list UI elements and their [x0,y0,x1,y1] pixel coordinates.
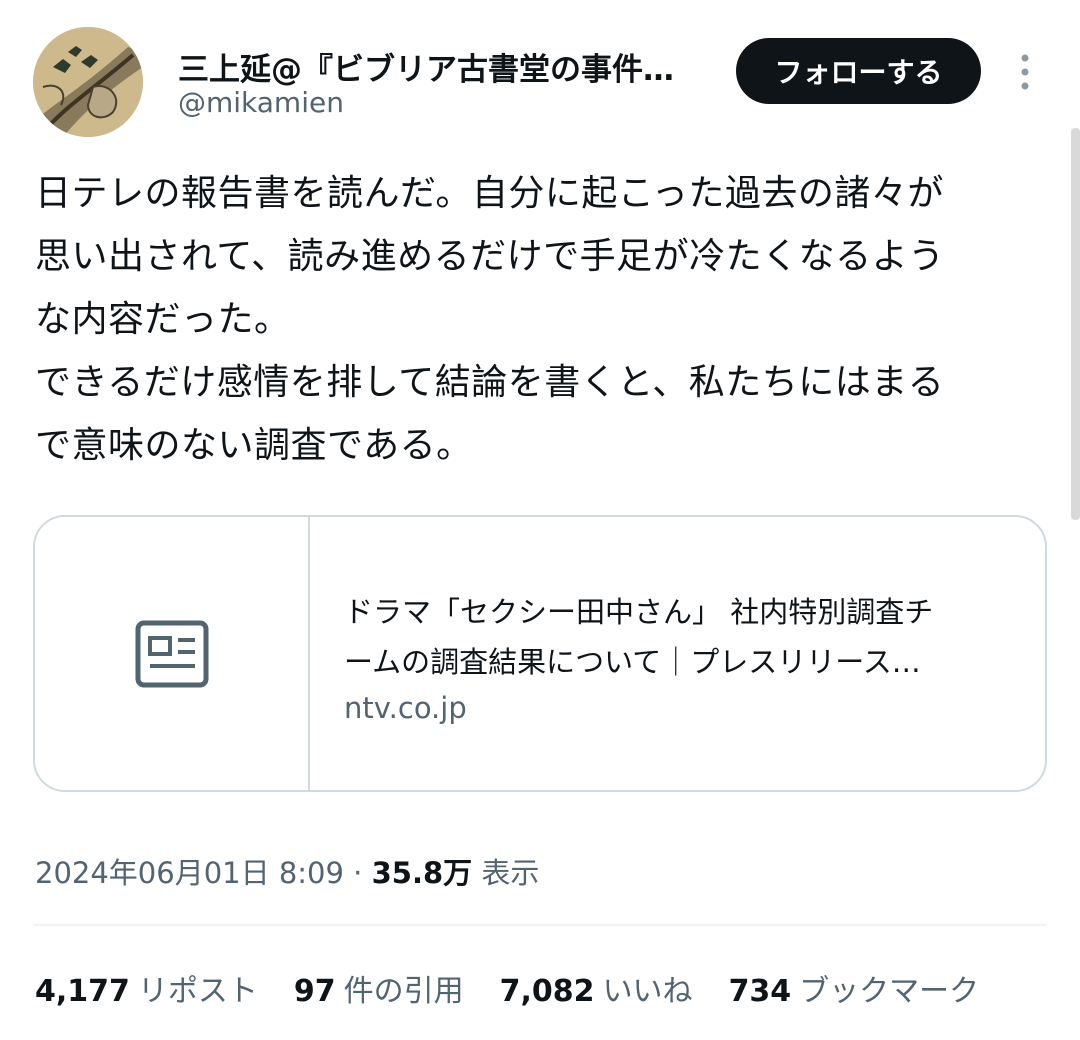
quote-label: 件の引用 [343,974,464,1009]
repost-count: 4,177 [35,974,130,1009]
repost-label: リポスト [137,974,258,1009]
meta-separator: · [343,856,372,890]
views-count: 35.8万 [371,856,473,890]
card-title-line: ドラマ「セクシー田中さん」 社内特別調査チ [344,595,934,629]
card-title: ドラマ「セクシー田中さん」 社内特別調査チ ームの調査結果について｜プレスリリー… [344,587,1015,687]
avatar-image [33,27,143,137]
divider [33,924,1047,926]
tweet-line: できるだけ感情を排して結論を書くと、私たちにはまる [35,362,945,403]
views-label: 表示 [481,856,540,890]
quote-count: 97 [293,974,336,1009]
like-count: 7,082 [499,974,595,1009]
tweet-text: 日テレの報告書を読んだ。自分に起こった過去の諸々が 思い出されて、読み進めるだけ… [35,162,1045,477]
tweet-line: で意味のない調査である。 [35,425,473,466]
timestamp[interactable]: 2024年06月01日 8:09 [35,856,344,890]
engagement-stats: 4,177 リポスト 97 件の引用 7,082 いいね 734 ブックマーク [35,966,1015,1010]
card-title-line: ームの調査結果について｜プレスリリース… [344,645,921,679]
link-preview-card[interactable]: ドラマ「セクシー田中さん」 社内特別調査チ ームの調査結果について｜プレスリリー… [33,515,1047,792]
tweet-meta: 2024年06月01日 8:09 · 35.8万 表示 [35,850,539,892]
card-domain: ntv.co.jp [344,691,467,725]
tweet-line: な内容だった。 [35,299,291,340]
avatar[interactable] [33,27,143,137]
bookmark-count: 734 [728,974,792,1009]
author-handle[interactable]: @mikamien [178,86,344,119]
more-options-icon[interactable] [1013,52,1037,92]
quote-stat[interactable]: 97 件の引用 [294,966,464,1010]
repost-stat[interactable]: 4,177 リポスト [35,966,258,1010]
author-name[interactable]: 三上延@『ビブリア古書堂の事件… [178,44,674,89]
like-stat[interactable]: 7,082 いいね [500,966,693,1010]
card-body: ドラマ「セクシー田中さん」 社内特別調査チ ームの調査結果について｜プレスリリー… [310,517,1045,790]
follow-button[interactable]: フォローする [736,38,981,104]
like-label: いいね [602,974,693,1009]
tweet-line: 日テレの報告書を読んだ。自分に起こった過去の諸々が [35,173,944,214]
tweet-detail: 三上延@『ビブリア古書堂の事件… @mikamien フォローする 日テレの報告… [0,0,1080,1040]
bookmark-stat[interactable]: 734 ブックマーク [729,966,980,1010]
card-thumbnail [35,517,310,790]
tweet-line: 思い出されて、読み進めるだけで手足が冷たくなるよう [35,236,945,277]
article-icon [135,620,208,687]
scrollbar[interactable] [1071,128,1080,520]
bookmark-label: ブックマーク [799,974,980,1009]
